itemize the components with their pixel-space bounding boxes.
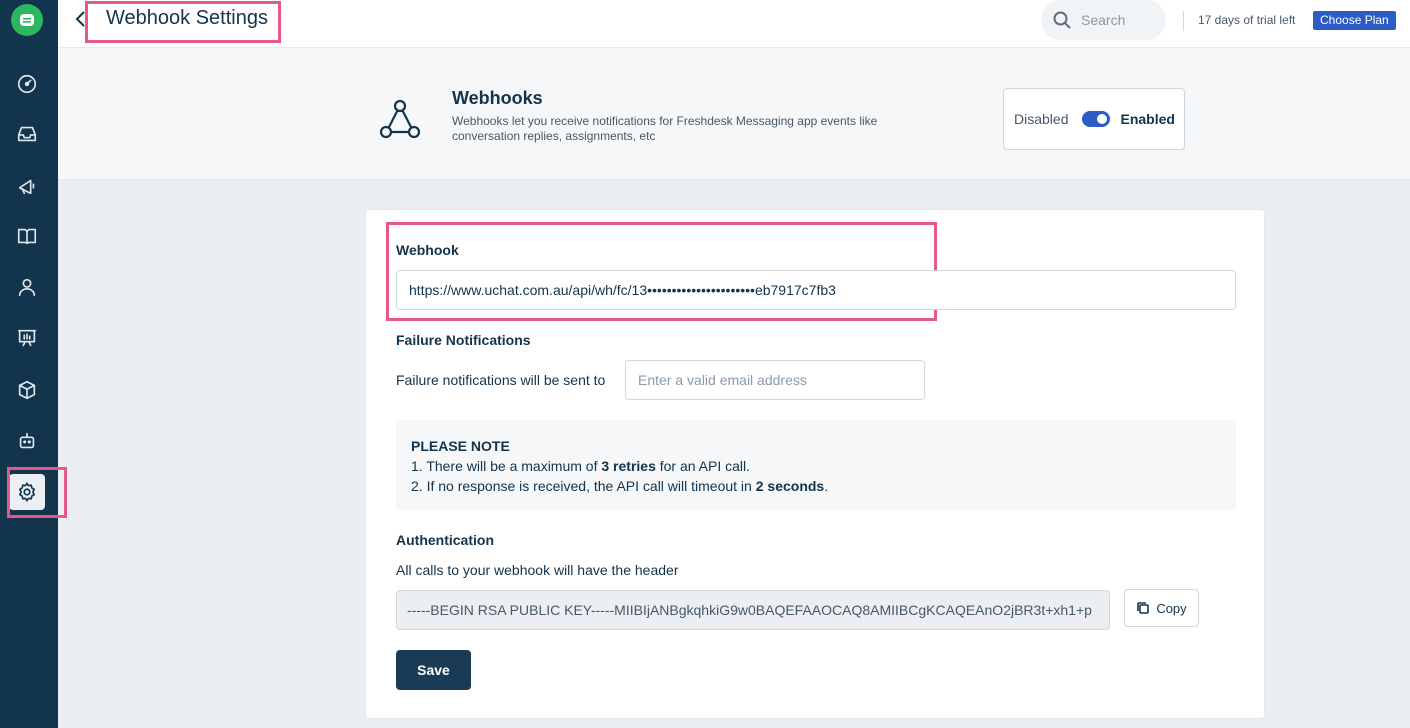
authentication-text: All calls to your webhook will have the … bbox=[396, 562, 679, 578]
choose-plan-button[interactable]: Choose Plan bbox=[1313, 11, 1396, 30]
auth-key-field: -----BEGIN RSA PUBLIC KEY-----MIIBIjANBg… bbox=[396, 590, 1110, 630]
header-divider bbox=[1183, 11, 1184, 31]
webhook-icon bbox=[373, 93, 427, 147]
webhook-settings-card: Webhook Failure Notifications Failure no… bbox=[365, 209, 1265, 719]
knowledge-base-icon bbox=[17, 228, 37, 245]
settings-highlight bbox=[7, 467, 67, 518]
disabled-label: Disabled bbox=[1014, 111, 1069, 127]
copy-button[interactable]: Copy bbox=[1124, 589, 1199, 627]
authentication-label: Authentication bbox=[396, 532, 494, 548]
search-input[interactable] bbox=[1081, 12, 1161, 28]
enabled-toggle[interactable] bbox=[1082, 111, 1111, 127]
app-logo[interactable] bbox=[11, 4, 43, 36]
sidebar bbox=[0, 0, 67, 728]
sidebar-item-knowledge-base[interactable] bbox=[9, 218, 45, 254]
save-button[interactable]: Save bbox=[396, 650, 471, 690]
integrations-icon bbox=[18, 380, 36, 400]
webhook-url-input[interactable] bbox=[396, 270, 1236, 310]
sidebar-item-reports[interactable] bbox=[9, 320, 45, 356]
webhooks-banner: Webhooks Webhooks let you receive notifi… bbox=[58, 48, 1410, 180]
sidebar-item-contacts[interactable] bbox=[9, 269, 45, 305]
sidebar-item-dashboard[interactable] bbox=[9, 66, 45, 102]
please-note-box: PLEASE NOTE 1. There will be a maximum o… bbox=[396, 420, 1236, 510]
sidebar-item-bot[interactable] bbox=[9, 423, 45, 459]
failure-notifications-label: Failure Notifications bbox=[396, 332, 531, 348]
search-box[interactable] bbox=[1041, 0, 1166, 40]
enabled-label: Enabled bbox=[1120, 111, 1175, 127]
banner-title: Webhooks bbox=[452, 88, 543, 108]
note-line-2: 2. If no response is received, the API c… bbox=[411, 478, 829, 494]
note-line-1: 1. There will be a maximum of 3 retries … bbox=[411, 458, 751, 474]
sidebar-item-campaigns[interactable] bbox=[9, 168, 45, 204]
webhook-label: Webhook bbox=[396, 242, 459, 258]
contacts-icon bbox=[18, 278, 36, 297]
banner-description: Webhooks let you receive notifications f… bbox=[452, 114, 878, 143]
webhook-toggle-group: Disabled Enabled bbox=[1003, 88, 1185, 150]
page-title: Webhook Settings bbox=[106, 7, 268, 29]
reports-icon bbox=[17, 329, 37, 347]
copy-label: Copy bbox=[1156, 600, 1187, 616]
inbox-icon bbox=[17, 126, 37, 142]
sidebar-item-inbox[interactable] bbox=[9, 116, 45, 152]
note-title: PLEASE NOTE bbox=[411, 438, 510, 454]
trial-text: 17 days of trial left bbox=[1198, 13, 1296, 27]
failure-email-input[interactable] bbox=[625, 360, 925, 400]
copy-icon bbox=[1137, 602, 1150, 614]
chat-logo-icon bbox=[20, 14, 34, 26]
campaigns-icon bbox=[18, 179, 35, 195]
failure-notifications-text: Failure notifications will be sent to bbox=[396, 372, 606, 388]
bot-icon bbox=[19, 432, 35, 449]
search-icon bbox=[1053, 11, 1071, 29]
sidebar-item-integrations[interactable] bbox=[9, 372, 45, 408]
dashboard-icon bbox=[17, 74, 37, 94]
